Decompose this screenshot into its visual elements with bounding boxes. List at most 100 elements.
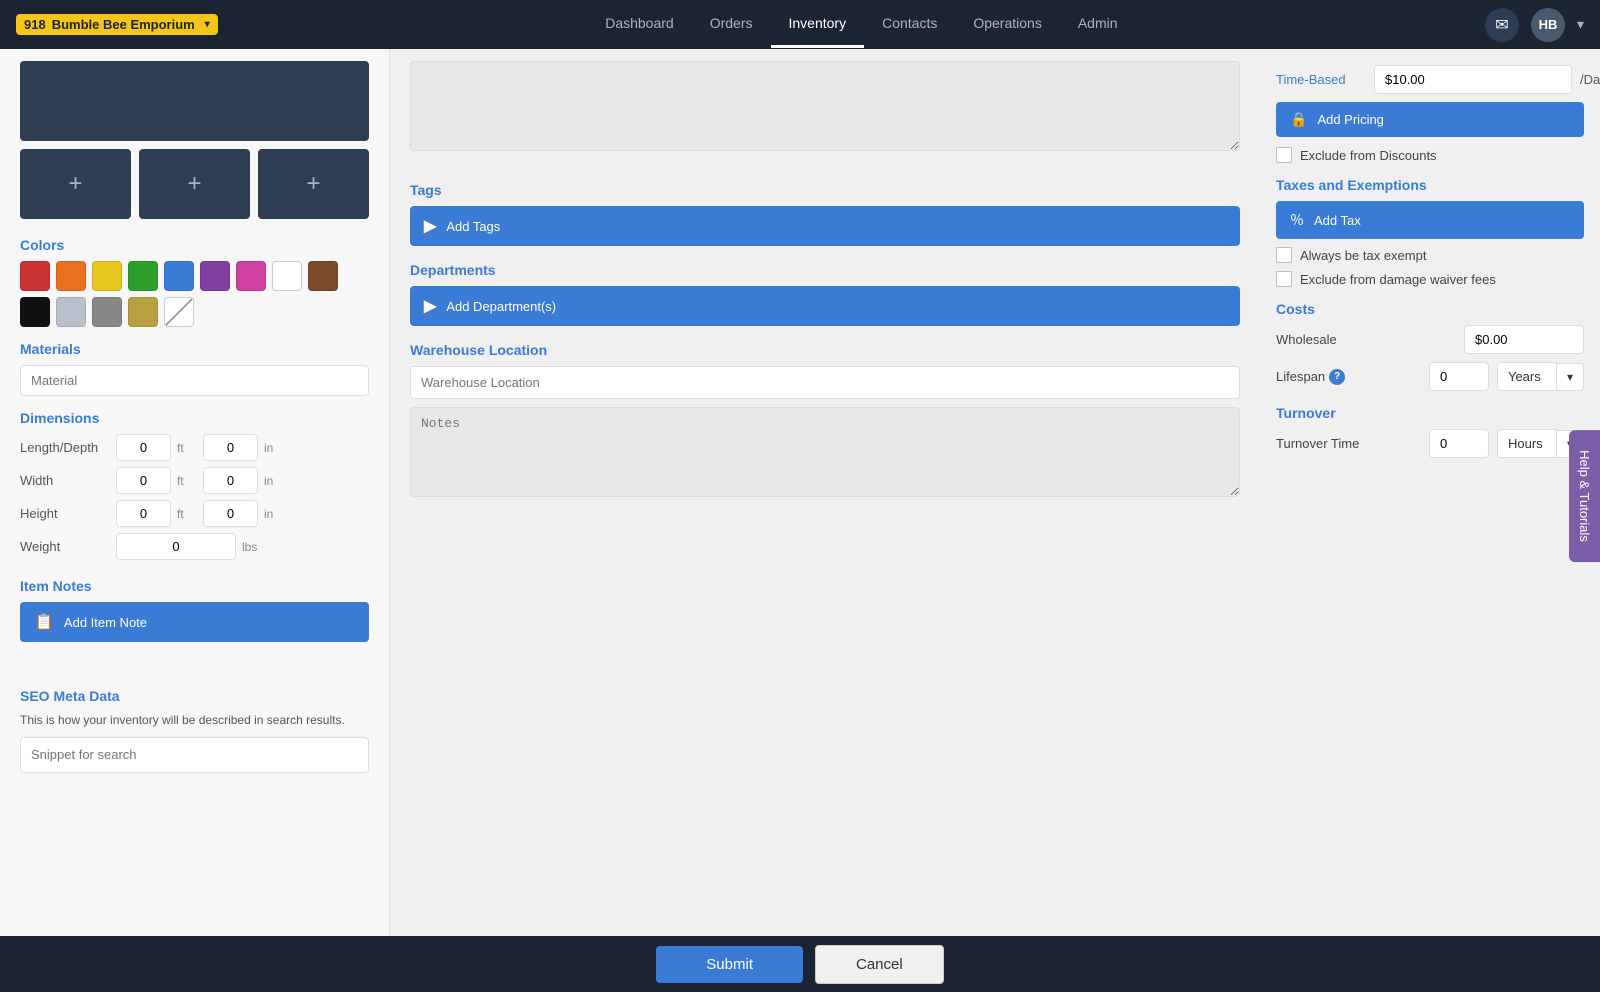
- exclude-damage-label: Exclude from damage waiver fees: [1300, 272, 1496, 287]
- exclude-discounts-checkbox[interactable]: [1276, 147, 1292, 163]
- nav-admin[interactable]: Admin: [1060, 1, 1136, 48]
- nav-contacts[interactable]: Contacts: [864, 1, 955, 48]
- notifications-button[interactable]: ✉: [1485, 8, 1519, 42]
- warehouse-location-input[interactable]: [410, 366, 1240, 399]
- add-image-button-2[interactable]: +: [139, 149, 250, 219]
- note-icon: 📋: [34, 612, 54, 632]
- time-based-value-input[interactable]: [1374, 65, 1572, 94]
- height-in-input[interactable]: [203, 500, 258, 527]
- color-light-gray[interactable]: [56, 297, 86, 327]
- lifespan-unit-value: Years: [1497, 362, 1557, 391]
- departments-label: Departments: [410, 262, 1240, 278]
- length-label: Length/Depth: [20, 440, 110, 455]
- add-departments-button[interactable]: ▶ Add Department(s): [410, 286, 1240, 326]
- exclude-damage-checkbox[interactable]: [1276, 271, 1292, 287]
- color-yellow[interactable]: [92, 261, 122, 291]
- dimensions-grid: Length/Depth ft in Width ft in Height ft…: [20, 434, 369, 560]
- color-red[interactable]: [20, 261, 50, 291]
- submit-button[interactable]: Submit: [656, 946, 803, 983]
- left-panel: + + + Colors Materials Dimensions L: [0, 49, 390, 936]
- nav-dashboard[interactable]: Dashboard: [587, 1, 692, 48]
- lifespan-dropdown-icon[interactable]: ▾: [1557, 363, 1584, 391]
- add-image-button-3[interactable]: +: [258, 149, 369, 219]
- bottom-action-bar: Submit Cancel: [0, 936, 1600, 992]
- add-tax-button[interactable]: ％ Add Tax: [1276, 201, 1584, 239]
- help-tutorials-tab[interactable]: Help & Tutorials: [1569, 430, 1600, 562]
- width-in-input[interactable]: [203, 467, 258, 494]
- taxes-section-label: Taxes and Exemptions: [1276, 177, 1584, 193]
- time-based-pricing-row: Time-Based /Day ✕: [1276, 65, 1584, 94]
- add-image-button-1[interactable]: +: [20, 149, 131, 219]
- cursor-area: [20, 654, 369, 674]
- top-navigation: 918 Bumble Bee Emporium ▾ Dashboard Orde…: [0, 0, 1600, 49]
- lifespan-label: Lifespan ?: [1276, 369, 1421, 385]
- image-add-row: + + +: [20, 149, 369, 219]
- turnover-unit-value: Hours: [1497, 429, 1557, 458]
- color-brown[interactable]: [308, 261, 338, 291]
- user-avatar[interactable]: HB: [1531, 8, 1565, 42]
- color-blue[interactable]: [164, 261, 194, 291]
- add-pricing-button[interactable]: 🔒 Add Pricing: [1276, 102, 1584, 137]
- cancel-button[interactable]: Cancel: [815, 945, 944, 984]
- length-in-input[interactable]: [203, 434, 258, 461]
- snippet-input[interactable]: [20, 737, 369, 773]
- length-ft-unit: ft: [177, 441, 197, 455]
- color-white[interactable]: [272, 261, 302, 291]
- lifespan-row: Lifespan ? Years ▾: [1276, 362, 1584, 391]
- turnover-time-input[interactable]: [1429, 429, 1489, 458]
- nav-orders[interactable]: Orders: [692, 1, 771, 48]
- wholesale-input[interactable]: [1464, 325, 1584, 354]
- color-none[interactable]: [164, 297, 194, 327]
- width-ft-input[interactable]: [116, 467, 171, 494]
- dept-arrow-icon: ▶: [424, 296, 436, 316]
- turnover-section-label: Turnover: [1276, 405, 1584, 421]
- right-panel: Time-Based /Day ✕ 🔒 Add Pricing Exclude …: [1260, 49, 1600, 936]
- add-tags-label: Add Tags: [446, 219, 500, 234]
- notes-textarea[interactable]: [410, 407, 1240, 497]
- wholesale-row: Wholesale: [1276, 325, 1584, 354]
- lifespan-input[interactable]: [1429, 362, 1489, 391]
- color-gold[interactable]: [128, 297, 158, 327]
- user-chevron-icon[interactable]: ▾: [1577, 16, 1584, 33]
- tags-label: Tags: [410, 182, 1240, 198]
- seo-label: SEO Meta Data: [20, 688, 369, 704]
- brand-logo[interactable]: 918 Bumble Bee Emporium ▾: [16, 14, 218, 35]
- always-tax-exempt-row: Always be tax exempt: [1276, 247, 1584, 263]
- color-pink[interactable]: [236, 261, 266, 291]
- brand-name: Bumble Bee Emporium: [52, 17, 195, 32]
- color-swatches: [20, 261, 369, 327]
- material-input[interactable]: [20, 365, 369, 396]
- lifespan-help-icon[interactable]: ?: [1329, 369, 1345, 385]
- length-ft-input[interactable]: [116, 434, 171, 461]
- width-ft-unit: ft: [177, 474, 197, 488]
- color-purple[interactable]: [200, 261, 230, 291]
- nav-inventory[interactable]: Inventory: [771, 1, 865, 48]
- weight-input[interactable]: [116, 533, 236, 560]
- height-in-unit: in: [264, 507, 284, 521]
- length-in-unit: in: [264, 441, 284, 455]
- time-based-label: Time-Based: [1276, 72, 1366, 87]
- nav-operations[interactable]: Operations: [955, 1, 1059, 48]
- always-tax-exempt-label: Always be tax exempt: [1300, 248, 1426, 263]
- add-tags-button[interactable]: ▶ Add Tags: [410, 206, 1240, 246]
- color-orange[interactable]: [56, 261, 86, 291]
- weight-row: Weight lbs: [20, 533, 369, 560]
- description-textarea[interactable]: [410, 61, 1240, 151]
- height-label: Height: [20, 506, 110, 521]
- add-item-note-button[interactable]: 📋 Add Item Note: [20, 602, 369, 642]
- time-based-unit: /Day: [1580, 72, 1600, 87]
- item-notes-label: Item Notes: [20, 578, 369, 594]
- color-gray[interactable]: [92, 297, 122, 327]
- seo-description: This is how your inventory will be descr…: [20, 712, 369, 729]
- materials-section-label: Materials: [20, 341, 369, 357]
- always-tax-exempt-checkbox[interactable]: [1276, 247, 1292, 263]
- height-row: Height ft in: [20, 500, 369, 527]
- costs-section-label: Costs: [1276, 301, 1584, 317]
- exclude-damage-row: Exclude from damage waiver fees: [1276, 271, 1584, 287]
- length-depth-row: Length/Depth ft in: [20, 434, 369, 461]
- color-green[interactable]: [128, 261, 158, 291]
- height-ft-input[interactable]: [116, 500, 171, 527]
- color-black[interactable]: [20, 297, 50, 327]
- product-image-placeholder: [20, 61, 369, 141]
- add-tax-label: Add Tax: [1314, 213, 1361, 228]
